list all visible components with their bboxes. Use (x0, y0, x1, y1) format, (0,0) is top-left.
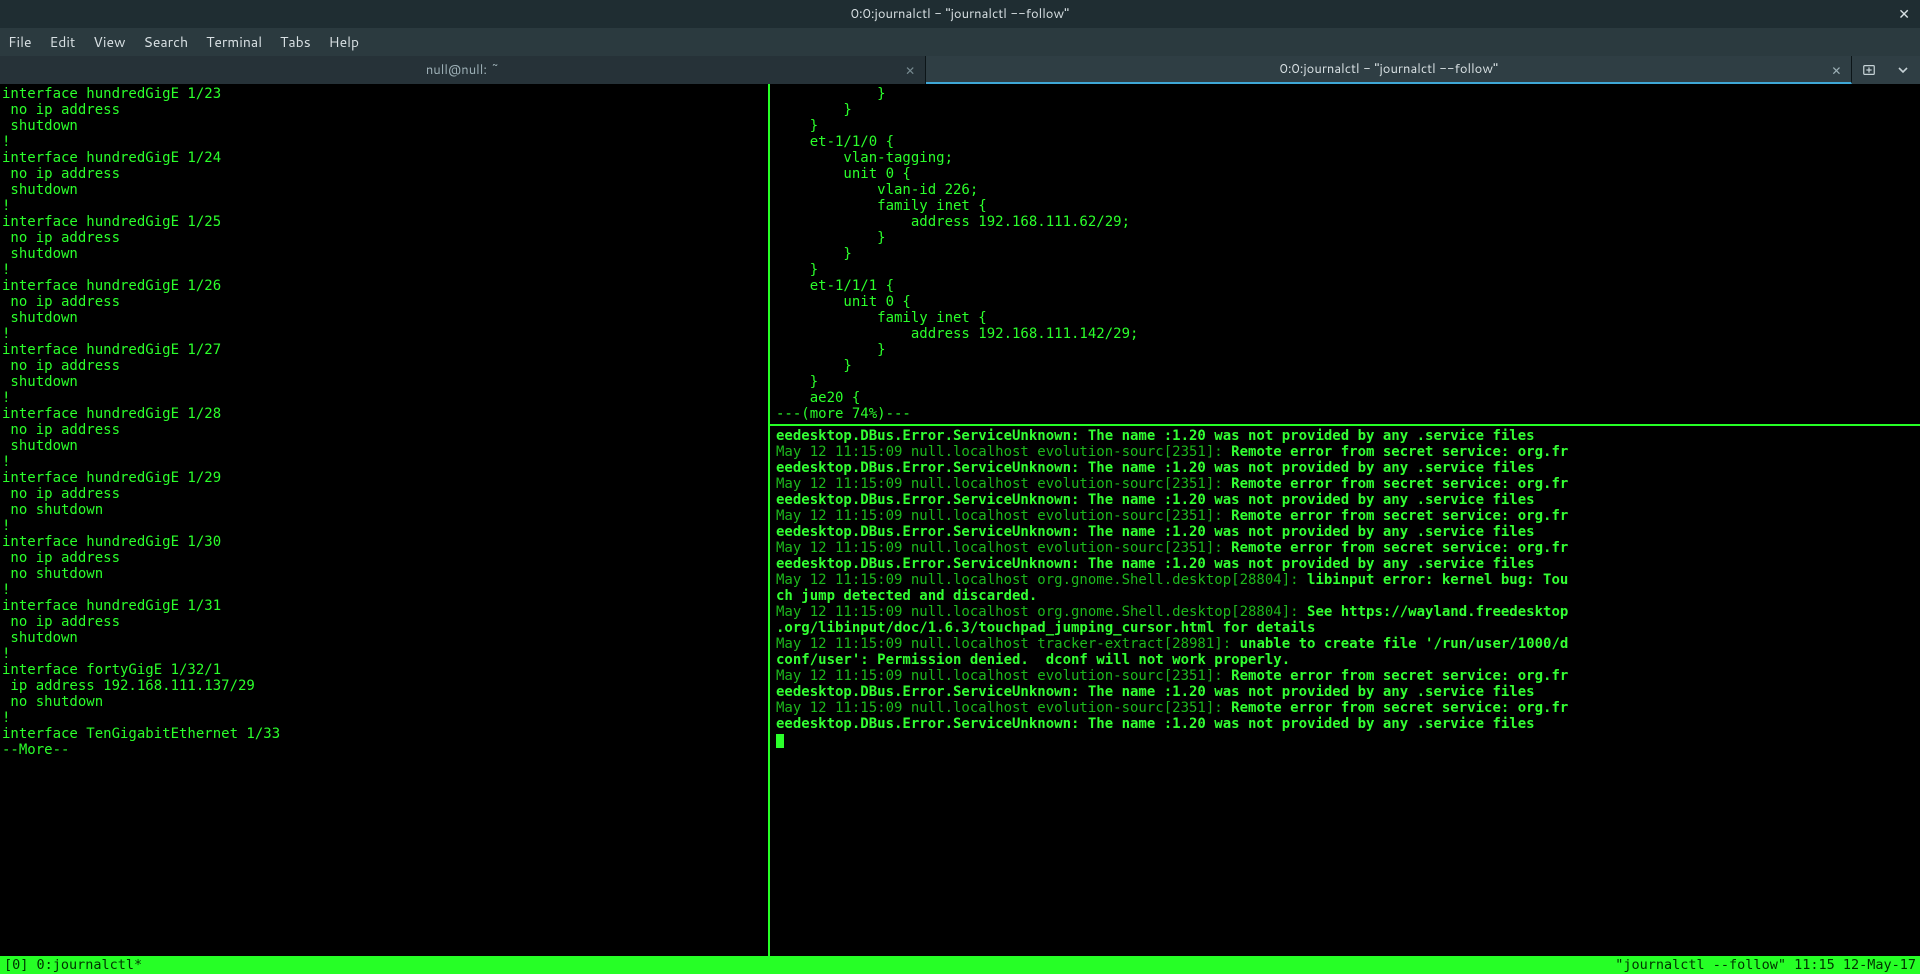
window-title: 0:0:journalctl - "journalctl --follow" (851, 5, 1069, 23)
menu-terminal[interactable]: Terminal (206, 32, 262, 52)
tmux-status-left: [0] 0:journalctl* (4, 956, 142, 974)
log-prefix: May 12 11:15:09 null.localhost evolution… (776, 444, 1231, 460)
log-message: eedesktop.DBus.Error.ServiceUnknown: The… (776, 492, 1535, 508)
window-titlebar[interactable]: 0:0:journalctl - "journalctl --follow" ✕ (0, 0, 1920, 28)
right-bottom-output: eedesktop.DBus.Error.ServiceUnknown: The… (776, 428, 1914, 748)
log-message: eedesktop.DBus.Error.ServiceUnknown: The… (776, 556, 1535, 572)
log-message: Remote error from secret service: org.fr (1231, 700, 1568, 716)
log-message: Remote error from secret service: org.fr (1231, 540, 1568, 556)
log-prefix: May 12 11:15:09 null.localhost tracker-e… (776, 636, 1240, 652)
tmux-status-right: "journalctl --follow" 11:15 12-May-17 (1615, 956, 1916, 974)
menu-file[interactable]: File (8, 32, 32, 52)
tab-actions (1852, 56, 1920, 84)
menu-tabs[interactable]: Tabs (280, 32, 311, 52)
log-message: Remote error from secret service: org.fr (1231, 476, 1568, 492)
menu-help[interactable]: Help (329, 32, 359, 52)
log-prefix: May 12 11:15:09 null.localhost evolution… (776, 668, 1231, 684)
tab-2-label: 0:0:journalctl - "journalctl --follow" (1280, 60, 1498, 78)
tab-2[interactable]: 0:0:journalctl - "journalctl --follow" ✕ (926, 56, 1852, 84)
log-message: libinput error: kernel bug: Tou (1307, 572, 1568, 588)
window-close-button[interactable]: ✕ (1898, 4, 1910, 24)
log-message: conf/user': Permission denied. dconf wil… (776, 652, 1290, 668)
right-top-pane[interactable]: } } } et-1/1/0 { vlan-tagging; unit 0 { … (770, 84, 1920, 426)
log-prefix: May 12 11:15:09 null.localhost evolution… (776, 508, 1231, 524)
log-message: Remote error from secret service: org.fr (1231, 668, 1568, 684)
terminal-cursor (776, 734, 784, 748)
menu-search[interactable]: Search (144, 32, 189, 52)
tab-2-close-icon[interactable]: ✕ (1831, 62, 1841, 79)
log-message: eedesktop.DBus.Error.ServiceUnknown: The… (776, 684, 1535, 700)
tab-1-close-icon[interactable]: ✕ (905, 62, 915, 79)
log-prefix: May 12 11:15:09 null.localhost evolution… (776, 540, 1231, 556)
log-prefix: May 12 11:15:09 null.localhost evolution… (776, 700, 1231, 716)
left-pane-output: interface hundredGigE 1/23 no ip address… (0, 84, 768, 760)
tab-1-label: null@null: ~ (426, 61, 500, 79)
log-prefix: May 12 11:15:09 null.localhost org.gnome… (776, 572, 1307, 588)
terminal-area: interface hundredGigE 1/23 no ip address… (0, 84, 1920, 956)
log-message: eedesktop.DBus.Error.ServiceUnknown: The… (776, 524, 1535, 540)
log-message: unable to create file '/run/user/1000/d (1240, 636, 1569, 652)
tab-1[interactable]: null@null: ~ ✕ (0, 56, 926, 84)
log-message: Remote error from secret service: org.fr (1231, 508, 1568, 524)
app-window: 0:0:journalctl - "journalctl --follow" ✕… (0, 0, 1920, 974)
log-prefix: May 12 11:15:09 null.localhost evolution… (776, 476, 1231, 492)
menu-edit[interactable]: Edit (50, 32, 76, 52)
log-message: eedesktop.DBus.Error.ServiceUnknown: The… (776, 428, 1535, 444)
tab-menu-dropdown-icon[interactable] (1892, 59, 1914, 81)
log-message: eedesktop.DBus.Error.ServiceUnknown: The… (776, 460, 1535, 476)
tab-bar: null@null: ~ ✕ 0:0:journalctl - "journal… (0, 56, 1920, 84)
log-message: ch jump detected and discarded. (776, 588, 1037, 604)
log-message: See https://wayland.freedesktop (1307, 604, 1568, 620)
log-prefix: May 12 11:15:09 null.localhost org.gnome… (776, 604, 1307, 620)
new-tab-button[interactable] (1858, 59, 1880, 81)
right-top-output: } } } et-1/1/0 { vlan-tagging; unit 0 { … (776, 86, 1914, 422)
log-message: .org/libinput/doc/1.6.3/touchpad_jumping… (776, 620, 1315, 636)
left-pane[interactable]: interface hundredGigE 1/23 no ip address… (0, 84, 770, 956)
right-pane: } } } et-1/1/0 { vlan-tagging; unit 0 { … (770, 84, 1920, 956)
log-message: Remote error from secret service: org.fr (1231, 444, 1568, 460)
menu-bar: File Edit View Search Terminal Tabs Help (0, 28, 1920, 56)
log-message: eedesktop.DBus.Error.ServiceUnknown: The… (776, 716, 1535, 732)
right-bottom-pane[interactable]: eedesktop.DBus.Error.ServiceUnknown: The… (770, 426, 1920, 956)
tmux-status-bar: [0] 0:journalctl* "journalctl --follow" … (0, 956, 1920, 974)
menu-view[interactable]: View (93, 32, 125, 52)
